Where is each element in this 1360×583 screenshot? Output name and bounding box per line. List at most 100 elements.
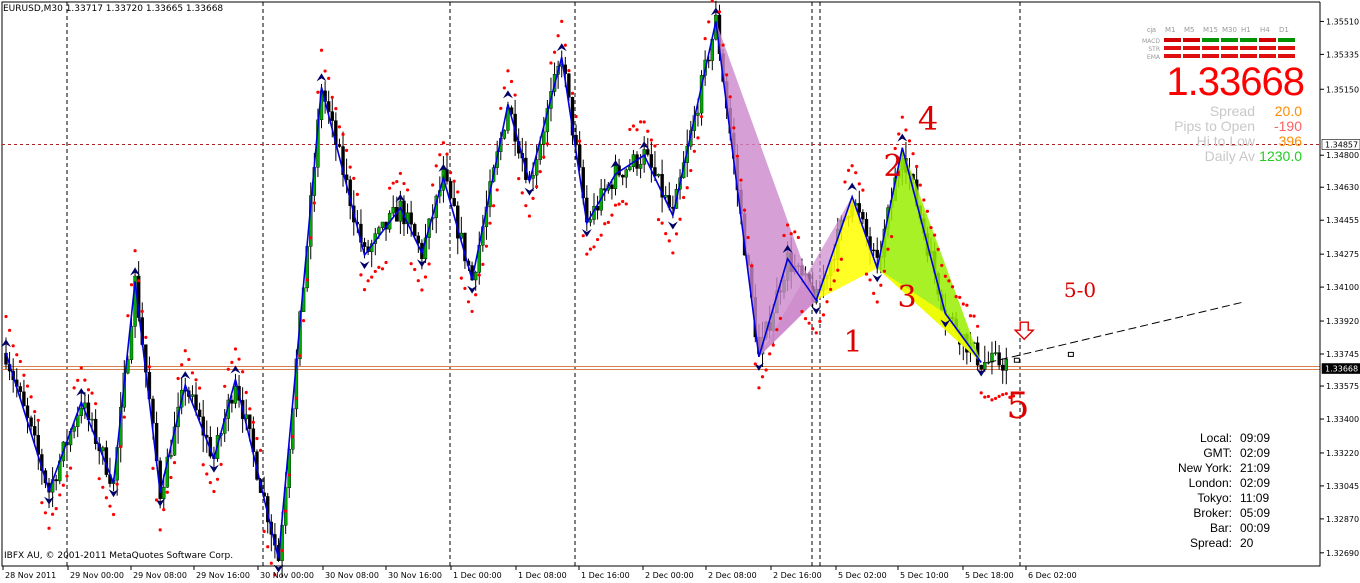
sar-dot: [509, 79, 514, 84]
projection-marker: [1067, 351, 1074, 357]
sar-dot: [570, 91, 575, 95]
sar-dot: [886, 247, 890, 251]
sar-dot: [617, 202, 621, 206]
sar-dot: [578, 139, 582, 143]
sar-dot: [757, 386, 761, 390]
fractal-down-arrow: [872, 274, 883, 283]
candle-body: [391, 207, 395, 214]
sar-dot: [115, 482, 119, 486]
clock-label: London:: [1188, 476, 1232, 490]
sar-dot: [309, 236, 313, 240]
sar-dot: [789, 232, 793, 236]
sar-dot: [466, 300, 471, 304]
sar-dot: [545, 142, 549, 146]
sar-dot: [226, 367, 230, 371]
sar-dot: [925, 209, 930, 213]
sar-dot: [208, 481, 212, 485]
clock-value: 20: [1240, 536, 1254, 550]
x-tick-label: 5 Dec 02:00: [838, 571, 887, 580]
candle-body: [22, 391, 26, 406]
sar-dot: [915, 164, 919, 169]
sar-dot: [384, 260, 388, 265]
y-tick-label: 1.33220: [1326, 449, 1359, 458]
sar-dot: [438, 153, 442, 157]
sar-dot: [628, 127, 632, 132]
candle-body: [380, 221, 385, 228]
candle-body: [448, 181, 453, 199]
sar-dot: [244, 390, 248, 395]
sar-dot: [416, 279, 420, 283]
sar-dot: [968, 314, 973, 318]
sar-dot: [527, 214, 532, 218]
candle-body: [871, 249, 876, 252]
sar-dot: [811, 327, 815, 331]
sar-dot: [911, 152, 915, 156]
chart-window[interactable]: 1 2 3 4 5 5-0 1.35510 1.35335 1.35150 1.34800 1.34…: [0, 0, 1360, 583]
candle-body: [409, 212, 413, 225]
sar-dot: [829, 287, 833, 292]
sar-dot: [330, 95, 334, 99]
sar-dot: [778, 316, 783, 320]
sar-dot: [94, 402, 98, 406]
sar-dot: [922, 198, 926, 202]
indicator-cell: [1278, 42, 1295, 44]
sar-dot: [850, 164, 854, 168]
sar-dot: [40, 501, 44, 505]
sar-dot: [599, 233, 603, 237]
sar-dot: [54, 507, 58, 511]
sar-dot: [524, 204, 528, 208]
sar-dot: [90, 391, 94, 395]
sar-dot: [610, 213, 614, 217]
x-tick-label: 29 Nov 08:00: [133, 571, 187, 580]
candle-body: [857, 203, 862, 213]
sar-dot: [126, 314, 130, 318]
sar-dot: [402, 181, 406, 186]
sar-dot: [631, 124, 636, 128]
sar-dot: [990, 398, 994, 402]
sar-dot: [556, 34, 560, 38]
sar-dot: [725, 73, 729, 77]
candle-body: [377, 227, 381, 234]
candle-body: [362, 242, 367, 247]
sar-dot: [649, 138, 653, 142]
x-tick-label: 30 Nov 16:00: [388, 571, 442, 580]
sar-dot: [678, 217, 682, 221]
x-tick-label: 2 Dec 00:00: [645, 571, 694, 580]
sar-dot: [760, 375, 765, 379]
pattern-label: 2: [883, 149, 902, 184]
sar-dot: [832, 279, 836, 283]
sar-dot: [241, 370, 245, 374]
sar-dot: [111, 512, 116, 517]
sar-dot: [517, 177, 521, 181]
candle-body: [861, 212, 865, 220]
indicator-cell: [1221, 42, 1238, 44]
info-value: 20.0: [1274, 103, 1302, 119]
candle-body: [169, 455, 173, 458]
sar-dot: [201, 463, 205, 467]
candle-body: [337, 144, 342, 147]
sar-dot: [807, 321, 811, 325]
sar-dot: [61, 483, 65, 487]
sar-dot: [936, 247, 940, 251]
sar-dot: [219, 462, 223, 467]
info-label: Pips to Open: [1174, 118, 1255, 134]
pattern-label: 1: [843, 325, 862, 360]
sar-dot: [940, 263, 944, 268]
sar-dot: [560, 19, 564, 24]
clock-value: 05:09: [1240, 506, 1271, 520]
info-value: 1230.0: [1259, 148, 1302, 164]
sar-dot: [215, 477, 220, 481]
sar-dot: [897, 132, 901, 136]
sar-dot: [825, 300, 829, 304]
candle-body: [452, 198, 456, 207]
sar-dot: [337, 125, 342, 129]
sar-dot: [22, 373, 26, 377]
fractal-down-arrow: [667, 221, 678, 230]
sar-dot: [255, 436, 259, 441]
sar-dot: [36, 418, 40, 422]
symbol-header: EURUSD,M30 1.33717 1.33720 1.33665 1.336…: [3, 4, 224, 14]
sar-dot: [879, 283, 883, 287]
sar-dot: [327, 76, 331, 80]
sar-dot: [771, 343, 775, 347]
sar-dot: [101, 485, 105, 489]
